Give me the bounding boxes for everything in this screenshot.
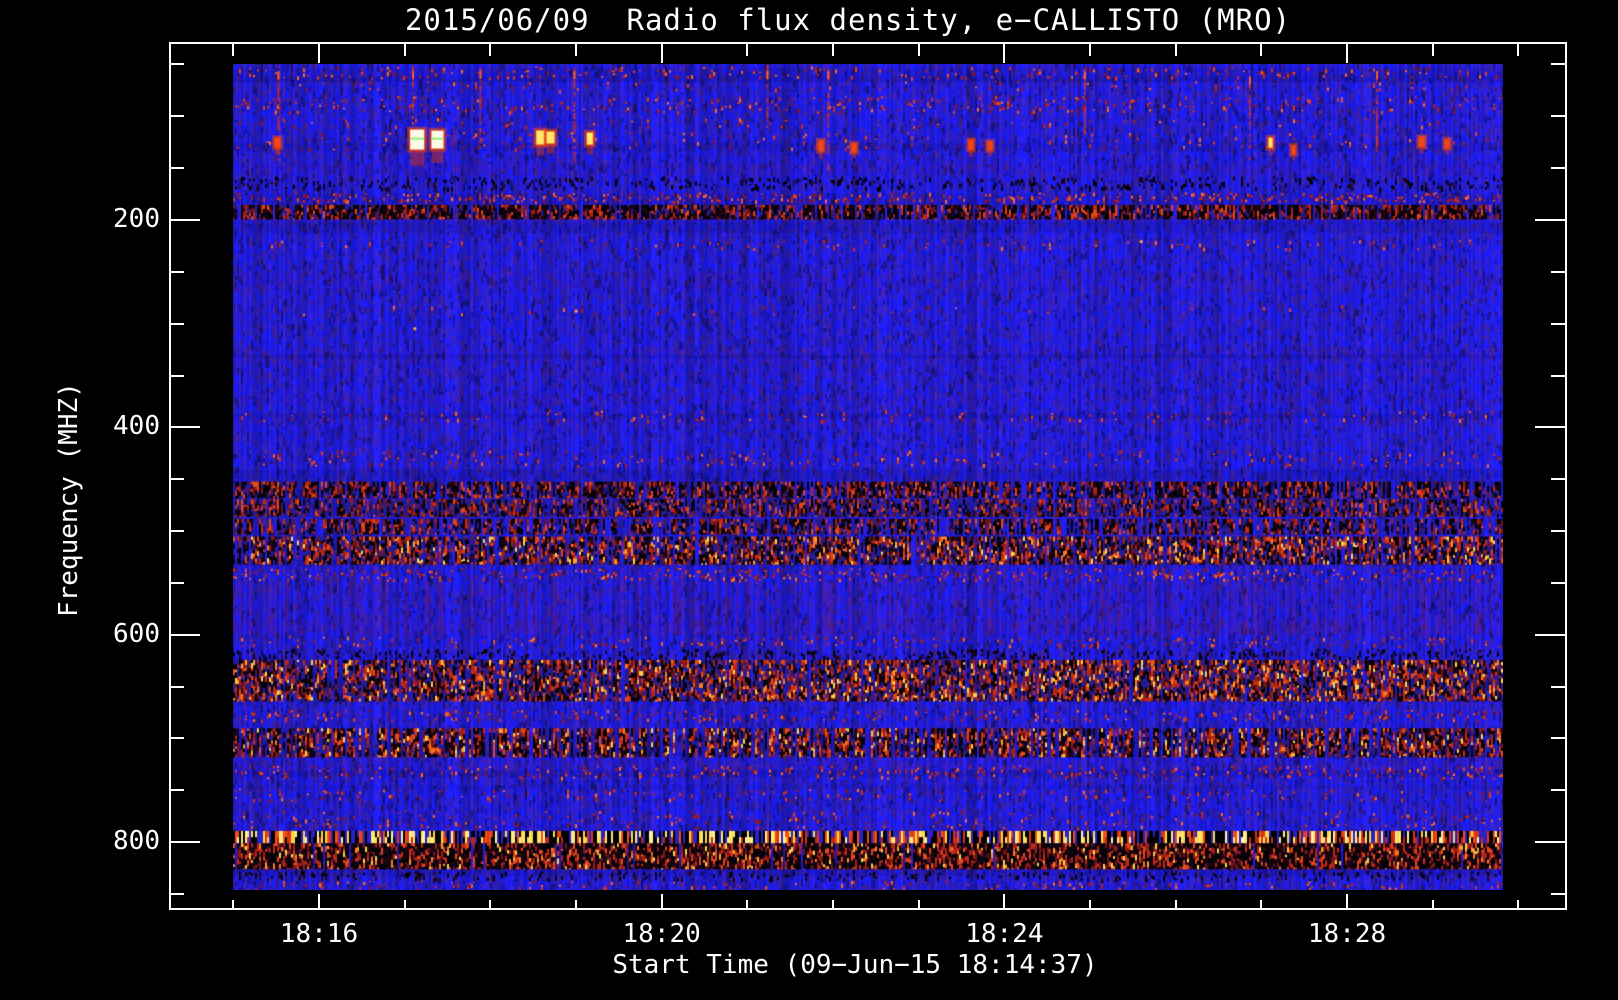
axis-tick <box>832 43 835 56</box>
axis-tick <box>1551 892 1565 895</box>
axis-tick <box>1003 43 1006 63</box>
axis-tick <box>1551 685 1565 688</box>
axis-tick <box>1431 900 1434 910</box>
axis-tick <box>1551 270 1565 273</box>
axis-tick <box>232 43 235 56</box>
axis-tick <box>489 43 492 56</box>
axis-tick <box>1551 63 1565 66</box>
axis-tick <box>575 43 577 56</box>
axis-tick <box>917 43 920 56</box>
x-tick-label: 18:16 <box>279 919 359 949</box>
x-tick-label: 18:24 <box>965 919 1044 949</box>
axis-tick <box>170 685 184 688</box>
axis-tick <box>1551 322 1565 325</box>
axis-tick <box>232 900 235 910</box>
y-tick-label: 800 <box>113 826 160 856</box>
axis-tick <box>1517 900 1520 910</box>
axis-tick <box>1346 43 1349 63</box>
axis-tick <box>489 900 492 910</box>
axis-tick <box>170 322 184 325</box>
axis-tick <box>170 115 184 118</box>
axis-tick <box>1551 789 1565 792</box>
axis-tick <box>403 900 406 910</box>
axis-tick <box>170 530 184 532</box>
y-tick-label: 200 <box>113 204 160 234</box>
axis-tick <box>917 900 920 910</box>
y-axis-title: Frequency (MHZ) <box>54 382 84 618</box>
axis-tick <box>318 43 320 63</box>
axis-tick <box>170 737 184 740</box>
axis-tick <box>575 900 577 910</box>
axis-tick <box>746 900 749 910</box>
axis-tick <box>170 789 184 792</box>
axis-tick <box>1089 43 1092 56</box>
spectrogram-plot: 2015/06/09 Radio flux density, e−CALLIST… <box>0 0 1618 1000</box>
axis-tick <box>1551 115 1565 118</box>
axis-tick <box>170 892 184 895</box>
axis-tick <box>170 270 184 273</box>
axis-tick <box>1551 478 1565 481</box>
plot-frame <box>169 42 1567 910</box>
x-tick-label: 18:28 <box>1307 919 1387 949</box>
axis-tick <box>1260 43 1263 56</box>
axis-tick <box>318 894 320 910</box>
axis-tick <box>1174 900 1177 910</box>
axis-tick <box>1551 167 1565 170</box>
x-tick-label: 18:20 <box>622 919 701 949</box>
x-axis-title: Start Time (09−Jun−15 18:14:37) <box>612 950 1098 980</box>
axis-tick <box>1535 426 1565 429</box>
axis-tick <box>1089 900 1092 910</box>
axis-tick <box>170 478 184 481</box>
axis-tick <box>1535 219 1565 221</box>
axis-tick <box>1174 43 1177 56</box>
axis-tick <box>1260 900 1263 910</box>
axis-tick <box>1346 894 1349 910</box>
axis-tick <box>1535 841 1565 843</box>
axis-tick <box>170 374 184 377</box>
axis-tick <box>403 43 406 56</box>
axis-tick <box>1517 43 1520 56</box>
axis-tick <box>170 167 184 170</box>
axis-tick <box>1551 530 1565 532</box>
axis-tick <box>170 63 184 66</box>
axis-tick <box>1003 894 1006 910</box>
axis-tick <box>1551 374 1565 377</box>
axis-tick <box>660 894 663 910</box>
axis-tick <box>1551 737 1565 740</box>
axis-tick <box>1431 43 1434 56</box>
axis-tick <box>170 841 200 843</box>
axis-tick <box>170 219 200 221</box>
axis-tick <box>832 900 835 910</box>
axis-tick <box>660 43 663 63</box>
axis-tick <box>1535 633 1565 636</box>
axis-tick <box>1551 581 1565 584</box>
axis-tick <box>746 43 749 56</box>
axis-tick <box>170 581 184 584</box>
axis-tick <box>170 426 200 429</box>
chart-title: 2015/06/09 Radio flux density, e−CALLIST… <box>404 3 1292 37</box>
axis-tick <box>170 633 200 636</box>
